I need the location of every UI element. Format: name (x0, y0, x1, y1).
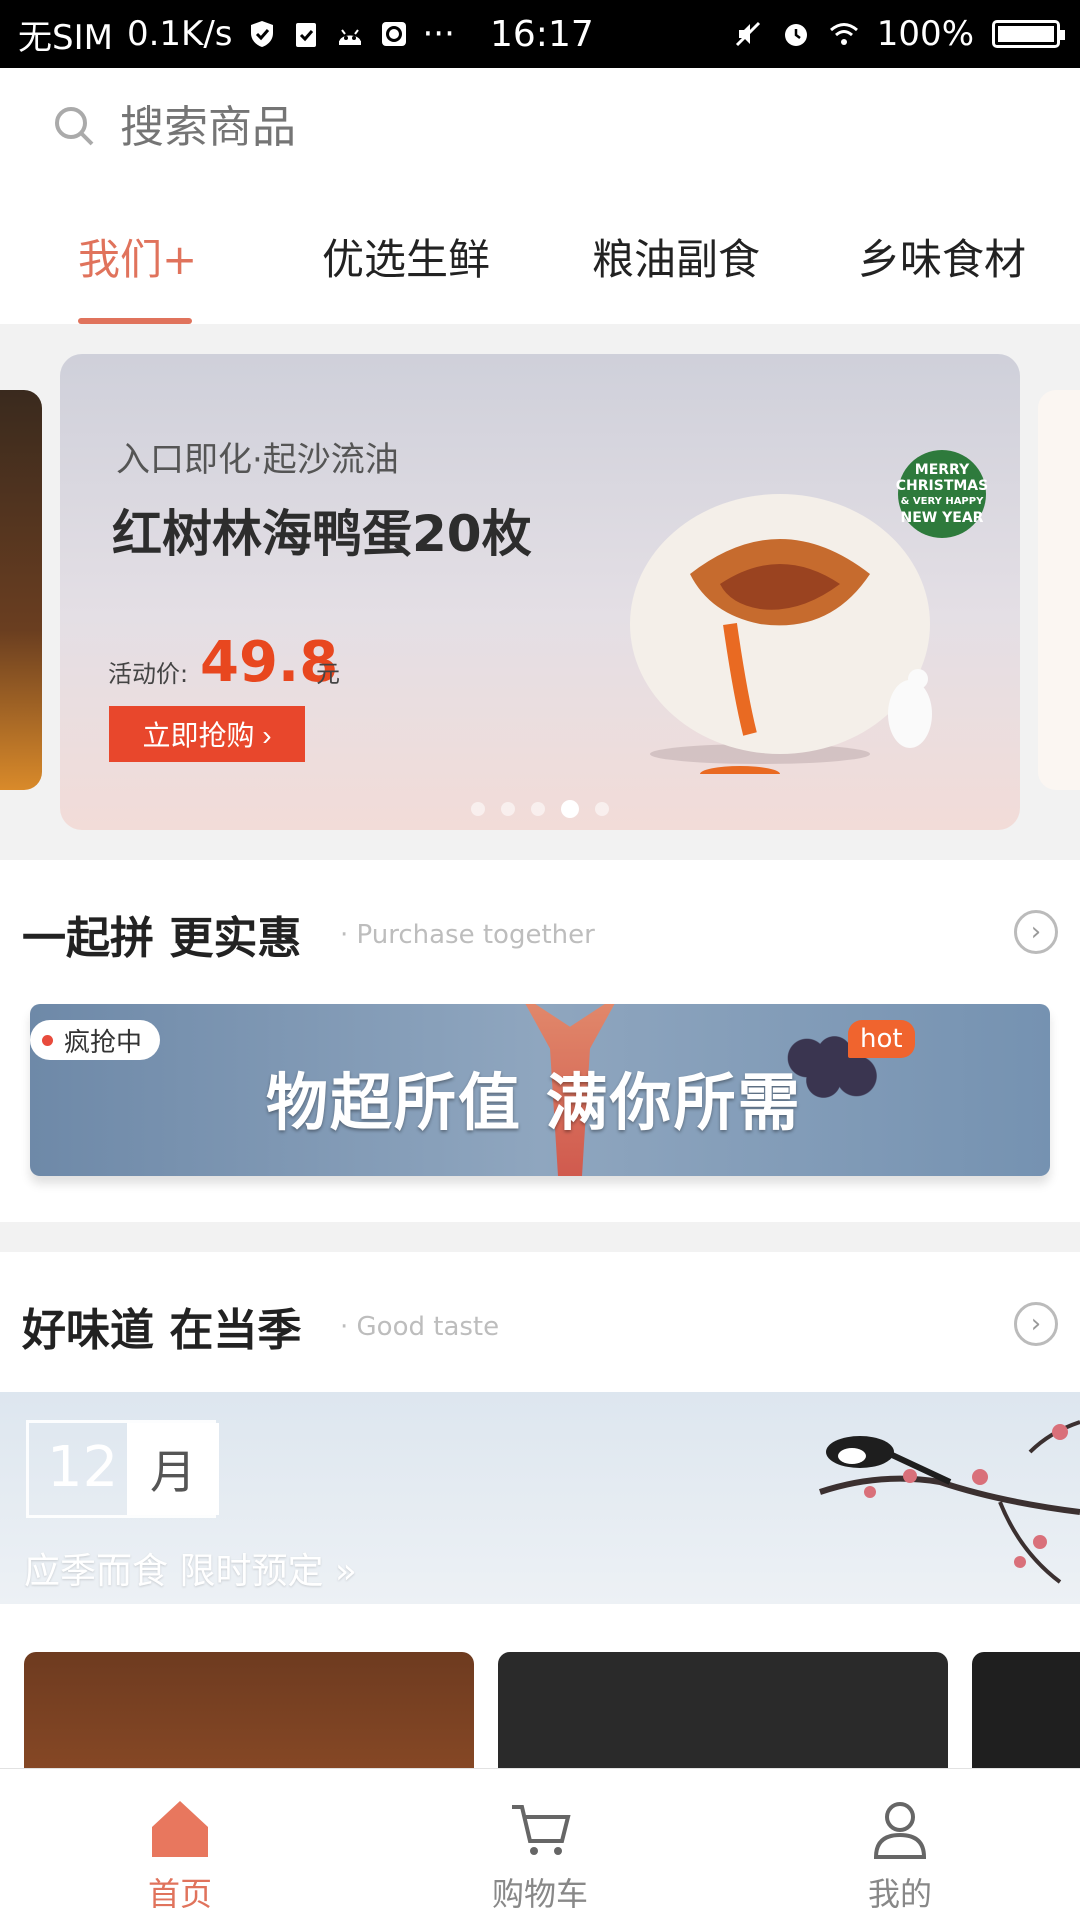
battery-icon (992, 20, 1065, 48)
tab-women[interactable]: 我们+ (78, 226, 197, 287)
price-label: 活动价: (108, 660, 189, 688)
tab-grain-oil[interactable]: 粮油副食 (592, 226, 760, 287)
bottom-nav: 首页 购物车 我的 (0, 1768, 1080, 1921)
product-card[interactable] (24, 1652, 474, 1768)
more-indicator: ··· (422, 14, 455, 54)
clipboard-check-icon (295, 23, 316, 47)
cart-icon (512, 1805, 571, 1855)
alarm-icon (784, 24, 807, 46)
nav-label: 购物车 (491, 1875, 588, 1913)
tab-local-ingredients[interactable]: 乡味食材 (858, 226, 1026, 287)
previous-banner-peek[interactable] (0, 390, 42, 790)
category-tabs: 我们+ 优选生鲜 粮油副食 乡味食材 (0, 192, 1080, 324)
chevron-right-icon[interactable]: › (1014, 910, 1058, 954)
seasonal-section: 好味道 在当季 · Good taste › (0, 1252, 1080, 1392)
search-bar (0, 68, 1080, 192)
section-title: 好味道 在当季 (22, 1305, 302, 1356)
carousel-dot[interactable] (501, 802, 515, 816)
month-number: 12 (47, 1435, 119, 1500)
clock-time: 16:17 (490, 13, 594, 55)
user-icon (873, 1802, 927, 1859)
home-icon (152, 1801, 208, 1857)
buy-now-button[interactable]: 立即抢购 › (109, 706, 305, 762)
plum-branch-image (819, 1420, 1080, 1584)
nav-profile[interactable]: 我的 (720, 1769, 1080, 1921)
product-strip (0, 1604, 1080, 1768)
group-buy-banner[interactable]: 疯抢中 hot 物超所值 满你所需 (30, 1004, 1050, 1176)
section-title: 一起拼 更实惠 (22, 913, 302, 964)
globe-icon (381, 22, 406, 46)
android-icon (338, 29, 361, 45)
battery-percent: 100% (876, 14, 974, 54)
group-buy-section: 一起拼 更实惠 · Purchase together › 疯抢中 hot 物超… (0, 860, 1080, 1222)
carrier-text: 无SIM (18, 17, 113, 58)
product-card[interactable] (498, 1652, 948, 1768)
nav-home[interactable]: 首页 (0, 1769, 360, 1921)
product-card[interactable] (972, 1652, 1080, 1768)
salted-egg-image (630, 494, 932, 774)
christmas-badge: MERRY CHRISTMAS & VERY HAPPY NEW YEAR (896, 450, 988, 538)
shield-icon (250, 21, 273, 47)
carousel-dot[interactable] (595, 802, 609, 816)
wifi-icon (829, 23, 858, 45)
rush-badge: 疯抢中 (30, 1020, 161, 1060)
carousel-dot[interactable] (531, 802, 545, 816)
search-icon[interactable] (52, 104, 96, 148)
hot-badge: hot (848, 1020, 915, 1058)
mute-icon (735, 21, 760, 47)
price-unit: 元 (316, 660, 340, 688)
carousel-dot-active[interactable] (561, 800, 579, 818)
carousel-dot[interactable] (471, 802, 485, 816)
nav-cart[interactable]: 购物车 (360, 1769, 720, 1921)
banner-carousel[interactable]: 入口即化·起沙流油 红树林海鸭蛋20枚 活动价: 49.8 元 立即抢购 › M… (0, 324, 1080, 860)
next-banner-peek[interactable] (1038, 390, 1080, 790)
month-box: 12 月 (26, 1420, 219, 1518)
banner-subtitle: 入口即化·起沙流油 (116, 440, 399, 480)
month-label: 月 (127, 1423, 219, 1515)
seasonal-tagline[interactable]: 应季而食 限时预定 » (24, 1542, 357, 1594)
chevron-right-icon[interactable]: › (1014, 1302, 1058, 1346)
search-input[interactable] (118, 96, 822, 158)
banner-title: 红树林海鸭蛋20枚 (112, 505, 532, 563)
section-subtitle: · Purchase together (340, 920, 595, 950)
status-bar: 无SIM 0.1K/s ··· 16:17 100% (0, 0, 1080, 68)
network-speed: 0.1K/s (126, 14, 233, 54)
tab-fresh[interactable]: 优选生鲜 (322, 226, 490, 287)
nav-label: 首页 (147, 1875, 212, 1913)
group-banner-text: 物超所值 满你所需 (266, 1066, 802, 1139)
promo-banner[interactable]: 入口即化·起沙流油 红树林海鸭蛋20枚 活动价: 49.8 元 立即抢购 › M… (60, 354, 1020, 830)
section-subtitle: · Good taste (340, 1312, 500, 1342)
carousel-dots (60, 800, 1020, 818)
seasonal-banner[interactable]: 12 月 应季而食 限时预定 » (0, 1392, 1080, 1604)
nav-label: 我的 (867, 1875, 932, 1913)
